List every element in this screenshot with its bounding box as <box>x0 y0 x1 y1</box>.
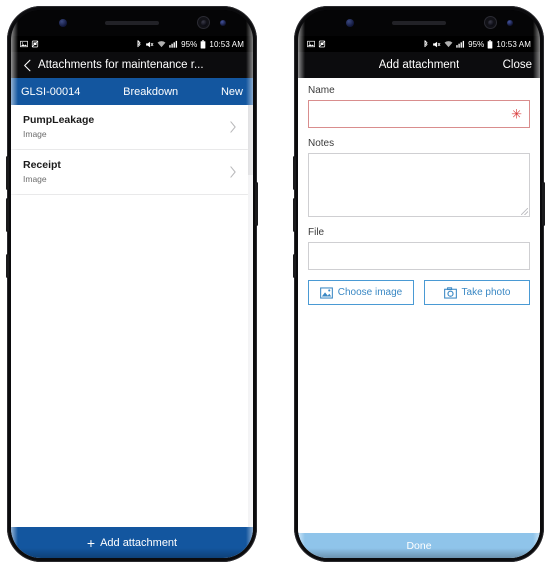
attachments-screen: GLSI-00014 Breakdown New PumpLeakage Ima… <box>11 78 253 558</box>
record-status-label: New <box>220 85 243 98</box>
volume-down-key[interactable] <box>293 198 296 232</box>
notes-field-group: Notes <box>308 138 530 217</box>
file-field-group: File <box>308 227 530 270</box>
image-icon <box>307 40 315 48</box>
close-button[interactable]: Close <box>503 59 532 71</box>
back-chevron-icon[interactable] <box>19 57 35 73</box>
bluetooth-icon <box>136 39 142 49</box>
add-attachment-button[interactable]: + Add attachment <box>11 527 253 558</box>
record-id-label: GLSI-00014 <box>21 85 81 98</box>
choose-image-button[interactable]: Choose image <box>308 280 414 305</box>
assistant-key[interactable] <box>293 254 296 278</box>
choose-image-label: Choose image <box>337 287 403 298</box>
list-item[interactable]: PumpLeakage Image <box>11 105 253 150</box>
front-camera-icon <box>485 17 496 28</box>
wifi-icon <box>444 40 453 48</box>
required-asterisk-icon: ✳ <box>511 106 522 122</box>
page-title: Attachments for maintenance r... <box>38 59 204 71</box>
plus-icon: + <box>86 534 96 551</box>
picture-icon <box>319 286 333 299</box>
name-label: Name <box>308 85 335 96</box>
add-attachment-form: Name ✳ Notes File Choose image Take phot… <box>298 78 540 533</box>
bluetooth-icon <box>423 39 429 49</box>
notes-label: Notes <box>308 138 335 149</box>
attachments-list[interactable]: PumpLeakage Image Receipt Image <box>11 105 253 527</box>
status-bar: 95% 10:53 AM <box>11 36 253 52</box>
done-button[interactable]: Done <box>298 533 540 558</box>
volume-up-key[interactable] <box>6 156 9 190</box>
front-camera-icon <box>198 17 209 28</box>
battery-icon <box>487 39 493 49</box>
camera-icon <box>443 286 457 299</box>
proximity-sensor-icon <box>59 19 67 27</box>
chevron-right-icon <box>229 165 237 178</box>
take-photo-button[interactable]: Take photo <box>424 280 530 305</box>
add-attachment-label: Add attachment <box>100 536 178 549</box>
earpiece-speaker <box>105 21 159 25</box>
power-key[interactable] <box>542 182 545 226</box>
no-sim-icon <box>31 40 39 48</box>
no-sim-icon <box>318 40 326 48</box>
clock-label: 10:53 AM <box>209 39 244 49</box>
proximity-sensor-icon <box>346 19 354 27</box>
image-icon <box>20 40 28 48</box>
name-input[interactable]: ✳ <box>308 100 530 128</box>
earpiece-speaker <box>392 21 446 25</box>
notes-input[interactable] <box>308 153 530 217</box>
iris-sensor-icon <box>220 20 226 26</box>
clock-label: 10:53 AM <box>496 39 531 49</box>
chevron-right-icon <box>229 120 237 133</box>
app-title-bar: Add attachment Close <box>298 52 540 78</box>
volume-up-key[interactable] <box>293 156 296 190</box>
add-attachment-screen: Name ✳ Notes File Choose image Take phot… <box>298 78 540 558</box>
attachment-name: Receipt <box>23 159 61 171</box>
volume-down-key[interactable] <box>6 198 9 232</box>
screenshot-stage: 95% 10:53 AM Attachments for maintenance… <box>0 0 551 570</box>
list-scrollbar[interactable] <box>248 105 253 527</box>
wifi-icon <box>157 40 166 48</box>
power-key[interactable] <box>255 182 258 226</box>
attachment-name: PumpLeakage <box>23 114 95 126</box>
file-label: File <box>308 227 325 238</box>
mute-icon <box>432 40 441 49</box>
take-photo-label: Take photo <box>461 287 511 298</box>
assistant-key[interactable] <box>6 254 9 278</box>
name-field-group: Name ✳ <box>308 85 530 128</box>
record-type-label: Breakdown <box>123 85 179 98</box>
done-label: Done <box>406 539 432 552</box>
signal-icon <box>456 40 465 48</box>
iris-sensor-icon <box>507 20 513 26</box>
phone-device-left: 95% 10:53 AM Attachments for maintenance… <box>6 6 258 562</box>
device-top-bezel <box>298 10 540 36</box>
phone-device-right: 95% 10:53 AM Add attachment Close Name ✳… <box>293 6 545 562</box>
device-top-bezel <box>11 10 253 36</box>
signal-icon <box>169 40 178 48</box>
record-header-strip[interactable]: GLSI-00014 Breakdown New <box>11 78 253 105</box>
attachment-type: Image <box>23 174 47 184</box>
page-title: Add attachment <box>378 59 460 71</box>
attachment-type: Image <box>23 129 47 139</box>
attachment-source-buttons: Choose image Take photo <box>308 280 530 305</box>
status-bar: 95% 10:53 AM <box>298 36 540 52</box>
mute-icon <box>145 40 154 49</box>
list-scrollbar-thumb[interactable] <box>248 105 253 175</box>
list-item[interactable]: Receipt Image <box>11 150 253 195</box>
battery-percent-label: 95% <box>468 39 485 49</box>
battery-percent-label: 95% <box>181 39 198 49</box>
battery-icon <box>200 39 206 49</box>
app-title-bar: Attachments for maintenance r... <box>11 52 253 78</box>
file-input[interactable] <box>308 242 530 270</box>
